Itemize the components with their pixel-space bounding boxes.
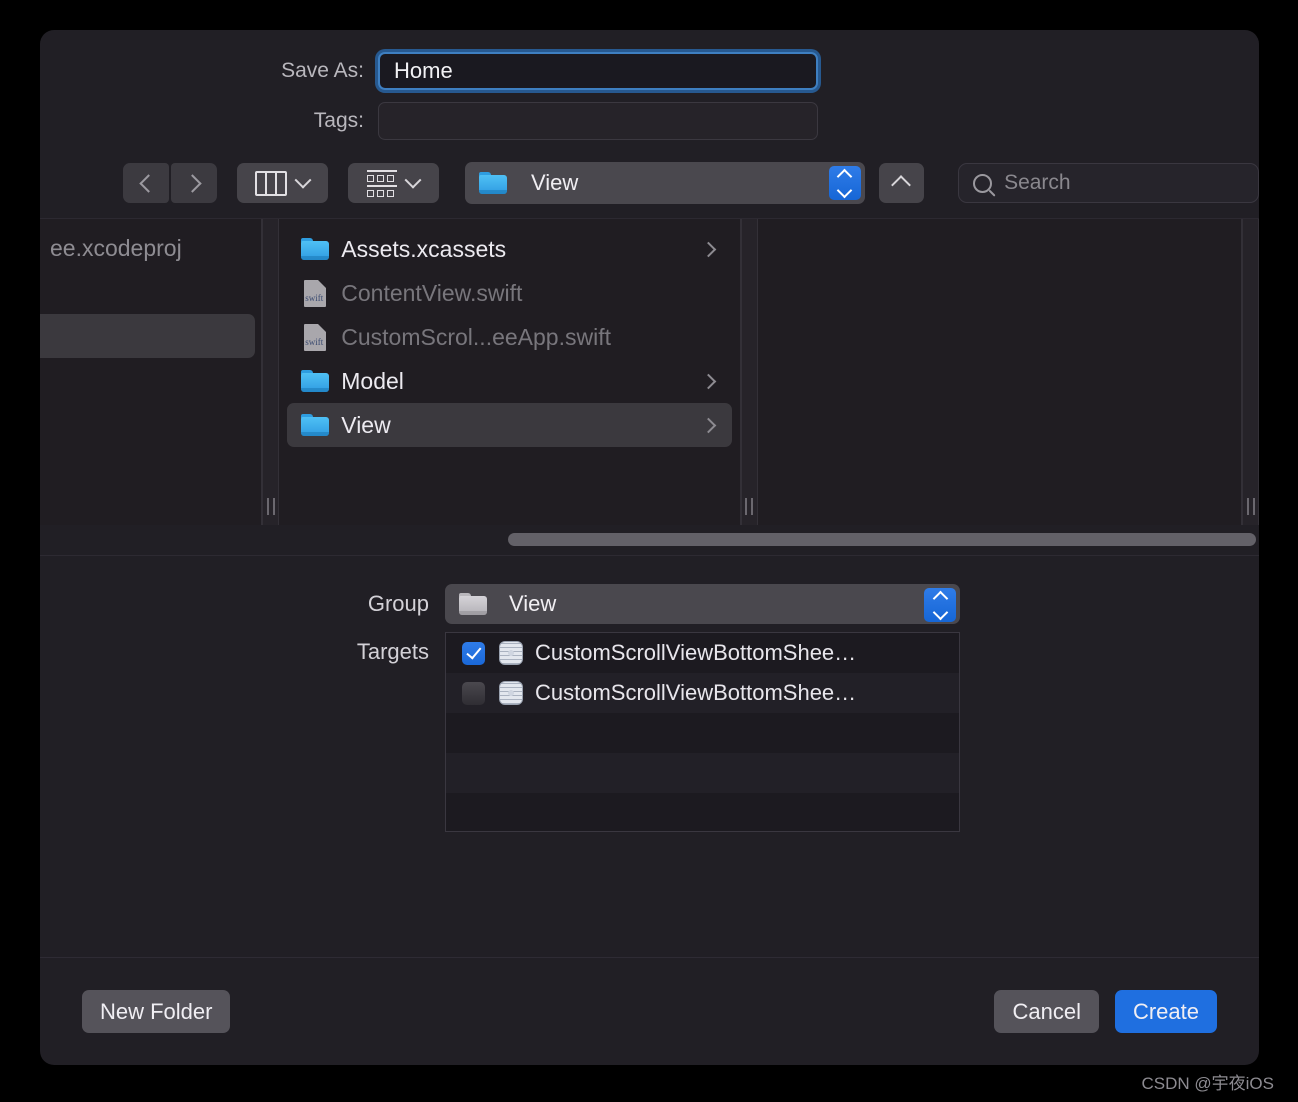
list-item[interactable]: Model (287, 359, 732, 403)
blue-folder-icon (301, 238, 330, 260)
blue-folder-icon (301, 414, 330, 436)
swift-file-icon: swift (304, 279, 327, 307)
chevron-left-icon (138, 173, 158, 193)
list-item[interactable]: swift CustomScrol...eeApp.swift (287, 315, 732, 359)
list-item[interactable]: Assets.xcassets (287, 227, 732, 271)
nav-buttons (123, 163, 217, 203)
tags-label: Tags: (313, 109, 364, 132)
browser-column-1[interactable]: Assets.xcassets swift ContentView.swift … (279, 219, 741, 525)
column-resize-grip[interactable] (1246, 498, 1255, 515)
forward-button[interactable] (171, 163, 217, 203)
path-popup-label: View (530, 170, 579, 195)
chevron-down-icon (404, 171, 422, 189)
checkbox-unchecked[interactable] (462, 681, 485, 705)
column-view-icon (255, 170, 288, 196)
gray-folder-icon (459, 593, 487, 615)
targets-row: Targets CustomScrollViewBottomShee… Cust… (40, 632, 1259, 832)
targets-list[interactable]: CustomScrollViewBottomShee… CustomScroll… (445, 632, 960, 832)
swift-file-icon: swift (304, 323, 327, 351)
column0-truncated-label: ee.xcodeproj (50, 235, 182, 261)
chevron-down-icon (294, 171, 312, 189)
group-label: Group (367, 591, 429, 616)
view-mode-button[interactable] (237, 163, 328, 203)
list-item-label: CustomScrol...eeApp.swift (341, 323, 611, 350)
chevron-right-icon (700, 417, 717, 433)
table-row-label: CustomScrollViewBottomShee… (535, 680, 857, 705)
group-by-button[interactable] (347, 163, 439, 203)
cancel-button[interactable]: Cancel (994, 990, 1099, 1033)
back-button[interactable] (123, 163, 169, 203)
column-divider-0[interactable] (262, 219, 280, 525)
file-name-form: Save As: Home Tags: (40, 30, 1259, 140)
list-item[interactable] (40, 270, 255, 314)
xcode-options: Group View Targets CustomScrollViewBotto… (40, 556, 1259, 832)
save-as-row: Save As: Home (40, 52, 1259, 90)
list-item-label: Assets.xcassets (341, 235, 507, 262)
table-row-empty (446, 753, 959, 793)
list-item-label: Model (341, 367, 404, 394)
column-divider-2[interactable] (1242, 219, 1259, 525)
up-down-stepper-icon[interactable] (828, 166, 861, 200)
save-as-label: Save As: (281, 59, 364, 82)
checkbox-checked[interactable] (462, 641, 485, 665)
list-item-label: View (341, 411, 391, 438)
chevron-right-icon (182, 173, 202, 193)
targets-label: Targets (356, 639, 429, 664)
horizontal-scrollbar[interactable] (40, 525, 1259, 556)
column-divider-1[interactable] (740, 219, 758, 525)
list-item[interactable]: swift ContentView.swift (287, 271, 732, 315)
save-dialog: Save As: Home Tags: View Search ee.xcode… (40, 30, 1259, 1065)
table-row[interactable]: CustomScrollViewBottomShee… (446, 633, 959, 673)
search-placeholder: Search (1004, 171, 1071, 194)
group-popup-button[interactable]: View (445, 584, 960, 624)
browser-column-0[interactable]: ee.xcodeproj (40, 219, 263, 525)
list-item[interactable] (40, 314, 256, 358)
blue-folder-icon (478, 172, 507, 194)
xcode-target-icon (499, 681, 523, 705)
table-row-label: CustomScrollViewBottomShee… (535, 640, 857, 665)
search-icon (973, 173, 993, 193)
file-column-browser: ee.xcodeproj Assets.xcassets swift Conte… (40, 218, 1259, 525)
chevron-right-icon (700, 373, 717, 389)
save-as-field-wrap: Home (378, 52, 818, 90)
dialog-footer: New Folder Cancel Create (40, 957, 1259, 1065)
xcode-target-icon (499, 641, 523, 665)
group-row: Group View (40, 584, 1259, 624)
table-row[interactable]: CustomScrollViewBottomShee… (446, 673, 959, 713)
chevron-up-icon (891, 175, 912, 195)
list-item-label: ContentView.swift (341, 279, 523, 306)
up-down-stepper-icon[interactable] (924, 588, 956, 622)
list-item-selected[interactable]: View (287, 403, 732, 447)
grid-group-icon (367, 169, 398, 197)
create-button[interactable]: Create (1114, 990, 1217, 1033)
group-popup-value: View (509, 591, 557, 616)
table-row-empty (446, 793, 959, 831)
table-row-empty (446, 713, 959, 753)
scrollbar-thumb[interactable] (508, 533, 1256, 546)
go-up-button[interactable] (878, 163, 925, 203)
tags-row: Tags: (40, 102, 1259, 140)
blue-folder-icon (301, 370, 330, 392)
column-resize-grip[interactable] (266, 498, 275, 515)
new-folder-button[interactable]: New Folder (82, 990, 231, 1033)
tags-input[interactable] (378, 102, 818, 140)
path-popup-button[interactable]: View (464, 162, 865, 204)
browser-toolbar: View Search (40, 152, 1259, 218)
watermark: CSDN @宇夜iOS (1141, 1074, 1275, 1093)
browser-column-2[interactable] (757, 219, 1243, 525)
column-resize-grip[interactable] (745, 498, 754, 515)
chevron-right-icon (700, 241, 717, 257)
search-input[interactable]: Search (958, 163, 1259, 203)
save-as-input[interactable]: Home (378, 52, 818, 90)
